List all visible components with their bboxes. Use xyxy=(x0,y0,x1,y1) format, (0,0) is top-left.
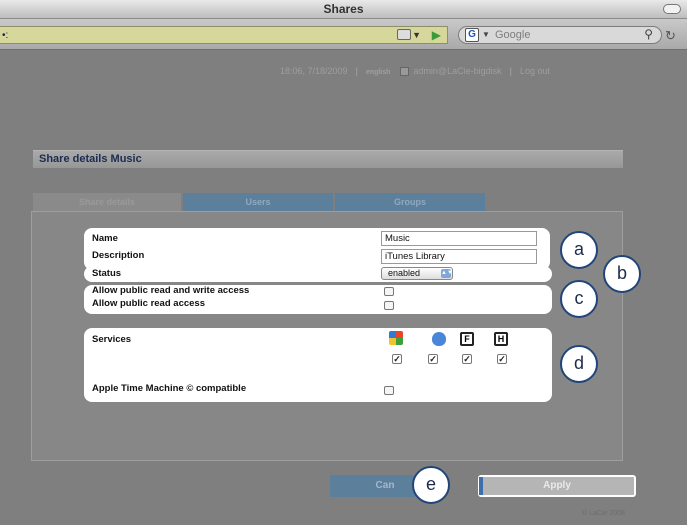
rss-icon[interactable] xyxy=(397,29,411,40)
browser-window: Shares •: ▼ ▶ G ▼ Google ⚲ ↻ 18:06, 7/18… xyxy=(0,0,687,525)
datetime: 18:06, 7/18/2009 xyxy=(280,66,348,76)
url-marker: •: xyxy=(2,30,9,41)
ftp-icon: F xyxy=(460,332,474,346)
time-machine-label: Apple Time Machine © compatible xyxy=(92,383,247,394)
share-header: Share details Music xyxy=(33,150,623,168)
browser-toolbar: •: ▼ ▶ G ▼ Google ⚲ ↻ xyxy=(0,19,687,50)
public-rw-label: Allow public read and write access xyxy=(92,285,250,296)
search-placeholder: Google xyxy=(495,29,531,41)
page-title: Share details Music xyxy=(39,153,142,165)
search-engine-icon[interactable]: G xyxy=(465,28,479,42)
copyright: © LaCie 2008 xyxy=(582,510,625,517)
time-machine-checkbox[interactable] xyxy=(384,386,394,395)
status-value: enabled xyxy=(388,268,421,278)
name-field[interactable]: Music xyxy=(381,231,537,246)
highlight-b xyxy=(84,266,552,282)
public-r-checkbox[interactable] xyxy=(384,301,394,310)
separator: | xyxy=(509,66,512,76)
status-label: Status xyxy=(92,268,122,279)
apple-icon xyxy=(432,332,446,346)
apply-button[interactable]: Apply xyxy=(478,475,636,497)
callout-b: b xyxy=(603,255,641,293)
top-info-bar: 18:06, 7/18/2009 | english admin@LaCie-bigd… xyxy=(280,66,550,77)
engine-dropdown-icon[interactable]: ▼ xyxy=(482,30,490,39)
language-dropdown-icon[interactable] xyxy=(400,67,410,77)
services-label: Services xyxy=(92,334,132,345)
name-label: Name xyxy=(92,233,118,244)
service-http-checkbox[interactable]: ✓ xyxy=(497,354,507,364)
tab-users[interactable]: Users xyxy=(183,193,333,211)
service-apple-checkbox[interactable]: ✓ xyxy=(428,354,438,364)
toolbar-toggle-button[interactable] xyxy=(663,4,681,14)
language-select[interactable]: english xyxy=(366,69,391,76)
callout-e: e xyxy=(412,466,450,504)
public-rw-checkbox[interactable] xyxy=(384,287,394,296)
service-windows-checkbox[interactable]: ✓ xyxy=(392,354,402,364)
status-select[interactable]: enabled ▲▼ xyxy=(381,267,453,280)
description-label: Description xyxy=(92,250,145,261)
windows-icon xyxy=(389,331,403,345)
window-title: Shares xyxy=(323,2,364,16)
service-ftp-checkbox[interactable]: ✓ xyxy=(462,354,472,364)
tab-share-details[interactable]: Share details xyxy=(33,193,181,211)
address-bar[interactable]: •: ▼ ▶ xyxy=(0,26,448,44)
go-icon[interactable]: ▶ xyxy=(432,28,441,42)
user-name: admin@LaCie-bigdisk xyxy=(413,66,502,76)
separator: | xyxy=(355,66,358,76)
reload-icon[interactable]: ↻ xyxy=(665,28,676,44)
callout-d: d xyxy=(560,345,598,383)
chevron-down-icon[interactable]: ▼ xyxy=(412,30,421,40)
logout-link[interactable]: Log out xyxy=(520,66,550,76)
public-r-label: Allow public read access xyxy=(92,298,205,309)
search-input[interactable]: G ▼ Google ⚲ xyxy=(458,26,662,44)
http-icon: H xyxy=(494,332,508,346)
callout-c: c xyxy=(560,280,598,318)
updown-icon: ▲▼ xyxy=(441,269,453,278)
callout-a: a xyxy=(560,231,598,269)
description-field[interactable]: iTunes Library xyxy=(381,249,537,264)
title-bar: Shares xyxy=(0,0,687,19)
tab-groups[interactable]: Groups xyxy=(335,193,485,211)
search-icon[interactable]: ⚲ xyxy=(644,27,653,41)
